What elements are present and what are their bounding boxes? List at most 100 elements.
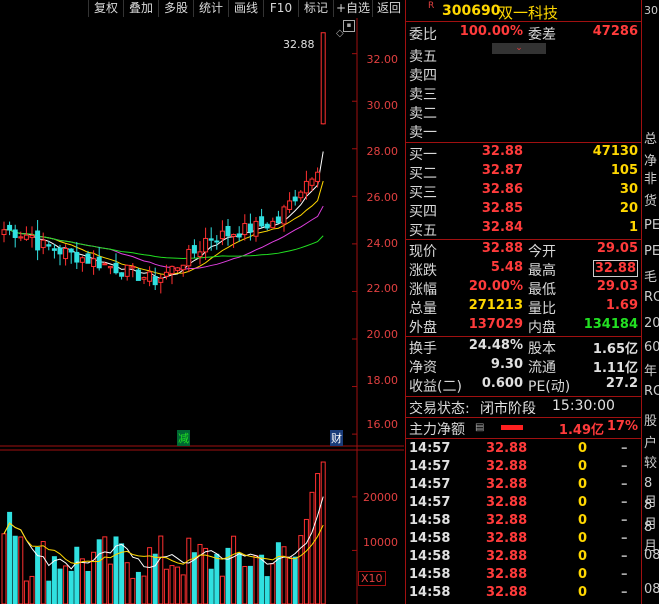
side-info-item: RO [644, 290, 659, 305]
change-pct-value: 20.00% [468, 279, 523, 294]
volume-bar [275, 542, 281, 604]
ma20-line [3, 205, 324, 270]
volume-bar [46, 580, 52, 604]
candle [180, 264, 186, 271]
weibi-row: 委比 100.00% 委差 47286 [406, 24, 642, 43]
list-icon[interactable]: ▤ [475, 422, 484, 433]
tick-volume: 0 [578, 477, 588, 492]
volume-bar [107, 563, 113, 604]
sell-row-1: 卖一 [406, 122, 642, 141]
event-cai-marker[interactable]: 财 [330, 430, 343, 446]
candle [12, 229, 18, 238]
turnover-value: 24.48% [468, 338, 523, 353]
quote-panel: R 300690 双一科技 委比 100.00% 委差 47286 ⌄ 卖五 卖… [405, 0, 642, 604]
tick-dash: – [621, 441, 628, 456]
volume-bar [68, 570, 74, 604]
volume-bar [281, 546, 287, 604]
outer-volume-value: 137029 [468, 317, 523, 332]
volume-bar [320, 461, 326, 604]
candle [7, 224, 13, 231]
multi-stock-button[interactable]: 多股 [158, 0, 193, 17]
candle [219, 230, 225, 240]
tick-price: 32.88 [486, 459, 528, 474]
trade-status-time: 15:30:00 [552, 398, 615, 414]
total-volume-label: 总量 [409, 301, 437, 317]
sell-label: 卖一 [409, 125, 437, 141]
weicha-value: 47286 [592, 24, 638, 39]
candle [63, 248, 69, 260]
low-value: 29.03 [596, 279, 638, 294]
volume-bar [57, 568, 63, 604]
main-net-row[interactable]: 主力净额 ▤ 1.49亿 17% [406, 419, 642, 438]
price-tick: 30.00 [366, 99, 399, 112]
quote-row-volume: 总量 271213 量比 1.69 [406, 298, 642, 317]
volume-bar [79, 558, 85, 604]
candle [320, 32, 326, 125]
event-jian-marker[interactable]: 减 [177, 430, 190, 446]
weicha-label: 委差 [528, 27, 556, 43]
buy-price: 32.87 [481, 163, 523, 178]
buy-price: 32.84 [481, 220, 523, 235]
price-tick: 26.00 [366, 191, 399, 204]
add-watchlist-button[interactable]: +自选 [333, 0, 372, 17]
main-net-pct: 17% [606, 419, 638, 434]
volume-tick: 20000 [363, 491, 398, 504]
buy-price: 32.86 [481, 182, 523, 197]
volume-bar [74, 546, 80, 604]
change-value: 5.48 [490, 260, 523, 275]
stock-name: 双一科技 [498, 4, 559, 22]
volume-bar [85, 570, 91, 604]
tick-price: 32.88 [486, 441, 528, 456]
tick-row: 14:58 32.88 0 – [406, 567, 642, 585]
expand-icon[interactable]: ▪ [343, 20, 355, 32]
kline-chart[interactable] [0, 18, 404, 604]
buy-row-4: 买四 32.85 20 [406, 201, 642, 220]
candle [242, 223, 248, 236]
volume-bar [1, 533, 7, 604]
high-price-label: 32.88 [283, 38, 315, 51]
turnover-label: 换手 [409, 341, 437, 357]
side-info-item: 年 [644, 364, 658, 379]
back-button[interactable]: 返回 [372, 0, 405, 17]
volume-bar [163, 568, 169, 604]
draw-line-button[interactable]: 画线 [228, 0, 263, 17]
volume-bar [169, 565, 175, 604]
float-label: 流通 [528, 360, 556, 376]
volume-bar [214, 553, 220, 604]
tick-price: 32.88 [486, 549, 528, 564]
main-net-value: 1.49亿 [558, 423, 604, 438]
tick-row: 14:58 32.88 0 – [406, 531, 642, 549]
candle [315, 171, 321, 182]
side-info-item: 毛 [644, 270, 658, 285]
change-pct-label: 涨幅 [409, 282, 437, 298]
volume-bar [40, 541, 46, 604]
kline-chart-area[interactable]: 32.00 30.00 28.00 26.00 24.00 22.00 20.0… [0, 18, 404, 604]
f10-button[interactable]: F10 [263, 0, 298, 17]
tick-dash: – [621, 585, 628, 600]
tick-price: 32.88 [486, 531, 528, 546]
candle [203, 237, 209, 253]
statistics-button[interactable]: 统计 [193, 0, 228, 17]
candle [186, 248, 192, 267]
weibi-value: 100.00% [459, 24, 523, 39]
mark-button[interactable]: 标记 [298, 0, 333, 17]
quote-row-outer: 外盘 137029 内盘 134184 [406, 317, 642, 336]
candle [169, 265, 175, 275]
chart-toolbar: 复权 叠加 多股 统计 画线 F10 标记 +自选 返回 [0, 0, 404, 18]
eps-label: 收益(二) [409, 379, 462, 395]
volume-bar [18, 536, 24, 604]
tick-volume: 0 [578, 459, 588, 474]
tick-row: 14:58 32.88 0 – [406, 549, 642, 567]
candle [225, 226, 231, 237]
tick-volume: 0 [578, 549, 588, 564]
side-info-item: 非 [644, 172, 658, 187]
quote-row-change: 涨跌 5.48 最高 32.88 [406, 260, 642, 279]
volume-bar [247, 565, 253, 604]
fuquan-button[interactable]: 复权 [88, 0, 123, 17]
side-info-item: 净 [644, 154, 658, 169]
volume-tick: 10000 [363, 536, 398, 549]
quote-row-netasset: 净资 9.30 流通 1.11亿 [406, 357, 642, 376]
overlay-button[interactable]: 叠加 [123, 0, 158, 17]
candle [96, 256, 102, 269]
tick-row: 14:57 32.88 0 – [406, 441, 642, 459]
